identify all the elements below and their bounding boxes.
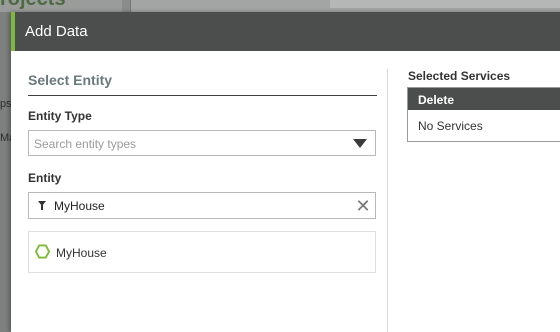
add-data-dialog: Add Data Select Entity Entity Type Searc… [11,12,560,332]
entity-name: MyHouse [56,246,107,260]
selected-services-table: Delete No Services [407,87,560,142]
entity-label: Entity [28,171,62,185]
empty-state-text: No Services [418,119,483,133]
entity-type-select[interactable]: Search entity types [28,130,376,156]
entity-filter-input[interactable]: MyHouse ✕ [28,192,376,219]
table-header: Delete [408,88,560,110]
selected-services-heading: Selected Services [408,69,511,83]
select-entity-heading: Select Entity [28,72,113,88]
dialog-title: Add Data [25,23,88,40]
entity-results-list: MyHouse [28,231,376,273]
caret-down-icon[interactable] [353,139,367,148]
section-divider [28,95,377,96]
hexagon-icon [35,244,50,259]
entity-type-label: Entity Type [28,109,92,123]
filter-icon [38,201,46,210]
entity-type-placeholder: Search entity types [34,137,137,151]
background-text: ps [0,98,12,110]
background-panel [330,0,560,8]
column-divider [387,69,388,332]
entity-filter-value: MyHouse [54,199,105,213]
delete-column-header: Delete [418,93,455,107]
close-icon[interactable]: ✕ [355,197,371,215]
background-page-title: rojects [0,0,66,11]
dialog-header: Add Data [11,12,560,51]
